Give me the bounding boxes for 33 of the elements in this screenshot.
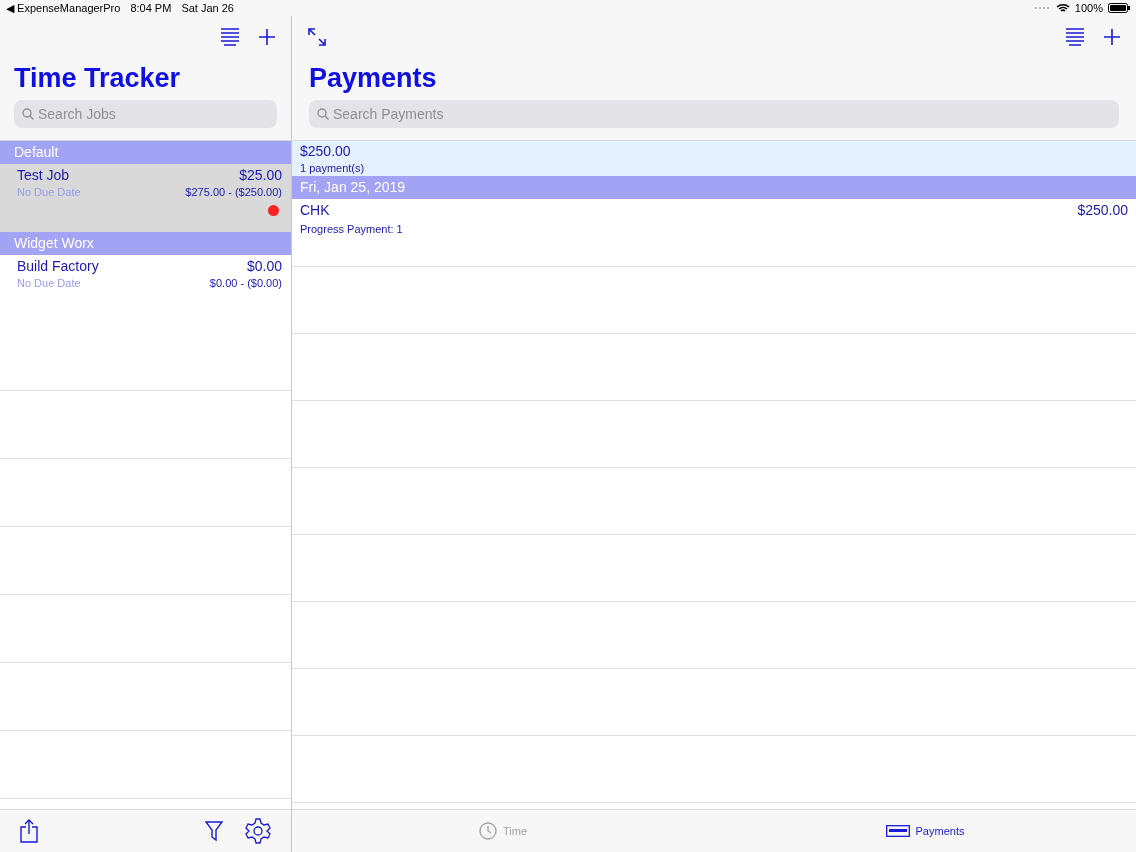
pane-title: Payments [308, 62, 438, 95]
due-date: No Due Date [17, 277, 81, 289]
total-amount: $250.00 [300, 143, 352, 159]
job-row[interactable]: Test Job $25.00 No Due Date $275.00 - ($250.00) [0, 164, 291, 232]
tab[interactable]: Payments [714, 810, 1136, 852]
due-date: No Due Date [17, 186, 81, 198]
payment-amount: $250.00 [1077, 202, 1128, 218]
payment-note: Progress Payment: 1 [300, 223, 404, 235]
section-header: Default [0, 141, 291, 164]
battery-percent: 100% [1074, 2, 1103, 14]
wifi-icon [1055, 3, 1070, 13]
clock-icon [478, 822, 497, 840]
pane-title: Time Tracker [13, 62, 182, 95]
job-balance: $275.00 - ($250.00) [185, 186, 282, 198]
job-balance: $0.00 - ($0.00) [209, 277, 282, 289]
search-field[interactable]: Search Payments [309, 100, 1119, 128]
job-name: Test Job [17, 167, 70, 183]
payment-count: 1 payment(s) [300, 162, 366, 174]
job-name: Build Factory [17, 258, 99, 274]
job-amount: $0.00 [246, 258, 282, 274]
search-field[interactable]: Search Jobs [14, 100, 277, 128]
status-time: 8:04 PM [130, 1, 172, 15]
battery-icon [1108, 3, 1130, 13]
cellular-signal-icon [1034, 6, 1051, 10]
back-to-app-link[interactable]: ◀ ExpenseManagerPro [6, 1, 121, 15]
status-date: Sat Jan 26 [181, 1, 234, 15]
search-icon [317, 108, 329, 120]
section-header: Fri, Jan 25, 2019 [292, 176, 1136, 199]
payment-method: CHK [300, 202, 330, 218]
search-icon [22, 108, 34, 120]
card-icon [885, 825, 910, 837]
section-header: Widget Worx [0, 232, 291, 255]
job-amount: $25.00 [239, 167, 282, 183]
